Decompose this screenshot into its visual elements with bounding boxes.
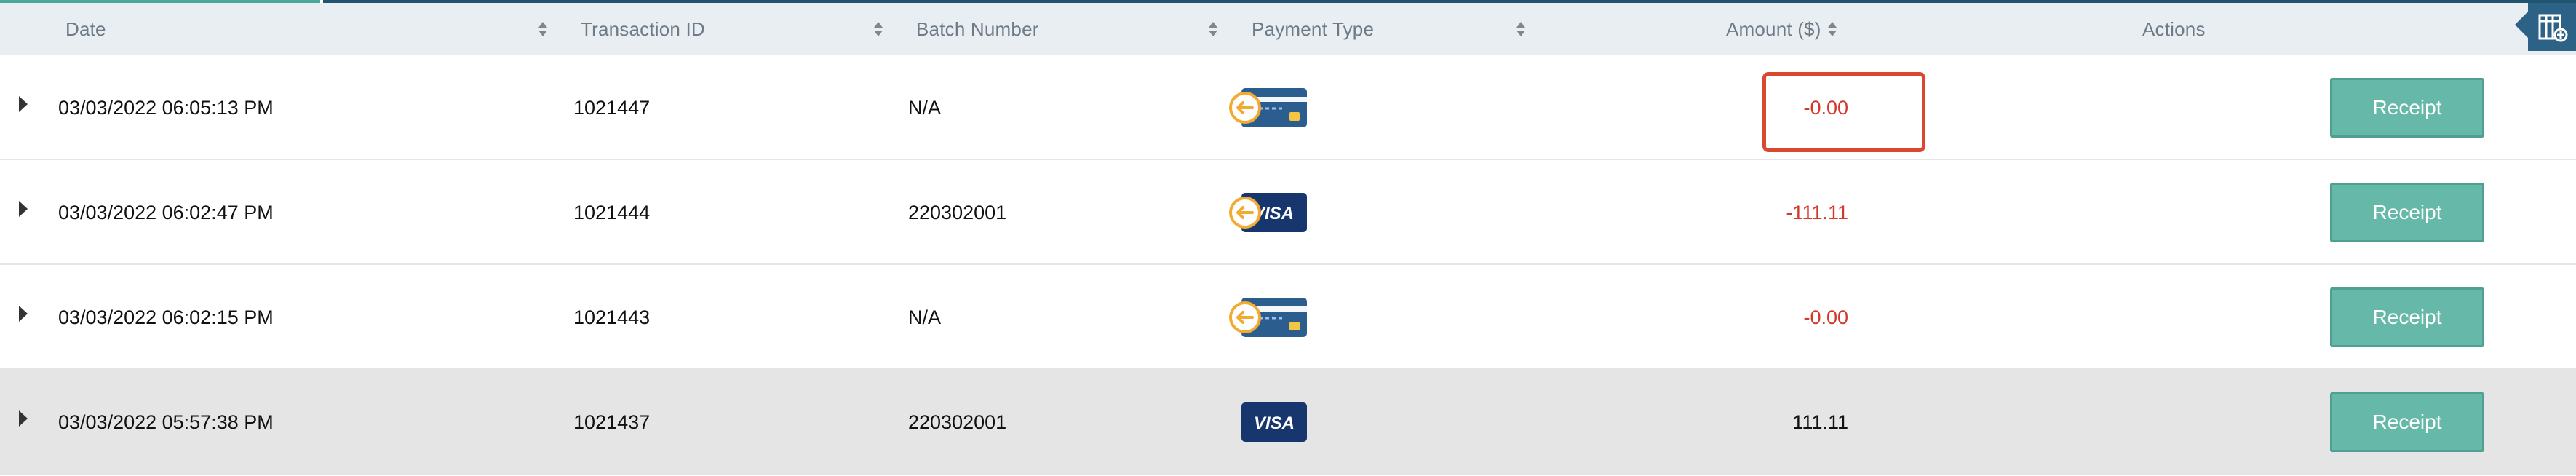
expand-row-icon[interactable]: [19, 410, 28, 427]
transaction-id: 1021447: [573, 96, 651, 119]
batch-number-sort-icon[interactable]: [1208, 20, 1218, 38]
column-chooser-button[interactable]: [2515, 3, 2576, 51]
transaction-id: 1021444: [573, 201, 651, 223]
actions-column-header: Actions: [2142, 17, 2206, 40]
transaction-date: 03/03/2022 06:02:47 PM: [58, 201, 274, 223]
table-row[interactable]: 03/03/2022 05:57:38 PM 1021437 220302001…: [0, 370, 2576, 475]
refund-visa-card-icon: VISA: [1229, 193, 1307, 232]
transaction-amount: -0.00: [1803, 306, 1848, 328]
grid-header: Date Transaction ID Batch Number Payment…: [0, 3, 2576, 55]
batch-number-column-header[interactable]: Batch Number: [916, 3, 1039, 55]
transaction-id-sort-icon[interactable]: [873, 20, 883, 38]
table-row[interactable]: 03/03/2022 06:02:15 PM 1021443 N/A -0.00…: [0, 265, 2576, 370]
expand-row-icon[interactable]: [19, 201, 28, 217]
refund-credit-card-icon: [1229, 88, 1307, 127]
transaction-date: 03/03/2022 05:57:38 PM: [58, 410, 274, 433]
transaction-date: 03/03/2022 06:05:13 PM: [58, 96, 274, 119]
payment-type-column-header[interactable]: Payment Type: [1252, 3, 1374, 55]
receipt-button[interactable]: Receipt: [2330, 392, 2484, 452]
expand-row-icon[interactable]: [19, 96, 28, 112]
receipt-button[interactable]: Receipt: [2330, 78, 2484, 138]
visa-card-icon: VISA: [1241, 402, 1307, 442]
receipt-button[interactable]: Receipt: [2330, 183, 2484, 242]
batch-number: N/A: [908, 96, 942, 119]
transactions-grid: Date Transaction ID Batch Number Payment…: [0, 0, 2576, 476]
receipt-button[interactable]: Receipt: [2330, 287, 2484, 347]
transaction-id-column-header[interactable]: Transaction ID: [581, 3, 705, 55]
date-column-header[interactable]: Date: [65, 3, 106, 55]
transaction-id: 1021437: [573, 410, 651, 433]
expand-row-icon[interactable]: [19, 306, 28, 322]
table-row[interactable]: 03/03/2022 06:02:47 PM 1021444 220302001…: [0, 160, 2576, 265]
amount-sort-icon[interactable]: [1827, 20, 1837, 38]
payment-type-sort-icon[interactable]: [1516, 20, 1526, 38]
transaction-id: 1021443: [573, 306, 651, 328]
batch-number: 220302001: [908, 201, 1007, 223]
table-row[interactable]: 03/03/2022 06:05:13 PM 1021447 N/A -0.00…: [0, 55, 2576, 160]
batch-number: N/A: [908, 306, 942, 328]
svg-text:VISA: VISA: [1254, 413, 1295, 433]
transaction-amount: 111.11: [1792, 410, 1848, 433]
table-settings-icon: [2538, 14, 2568, 42]
batch-number: 220302001: [908, 410, 1007, 433]
transaction-amount: -0.00: [1803, 96, 1848, 119]
transaction-amount: -111.11: [1786, 201, 1848, 223]
transaction-date: 03/03/2022 06:02:15 PM: [58, 306, 274, 328]
amount-column-header[interactable]: Amount ($): [1726, 3, 1821, 55]
date-sort-icon[interactable]: [538, 20, 548, 38]
column-chooser-tab: [2515, 12, 2528, 38]
refund-credit-card-icon: [1229, 298, 1307, 337]
